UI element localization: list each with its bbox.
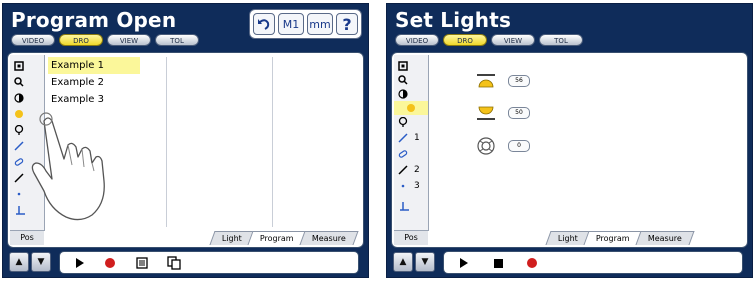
program-item[interactable]: Example 1 [48,57,140,74]
tab-video[interactable]: VIDEO [11,34,55,46]
slot-tool-icon[interactable] [398,147,424,161]
toolbox: M1 mm ? [249,9,362,39]
mode-tabs: VIDEO DRO VIEW TOL [395,34,583,46]
ring-light-value[interactable]: 0 [508,140,530,152]
program-item[interactable]: Example 2 [48,74,140,91]
main-content: 1 2 3 Pos 56 50 0 Light Program Measure [391,52,748,248]
contrast-icon[interactable] [398,87,424,101]
undo-arrow-icon[interactable] [253,13,275,35]
line-tool-icon[interactable] [398,131,424,145]
tab-dro[interactable]: DRO [443,34,487,46]
control-bar [443,251,743,274]
scroll-arrows: ▲ ▼ [9,252,51,272]
square-probe-icon[interactable] [14,59,40,73]
light-row: 50 [476,105,530,121]
down-arrow-icon[interactable]: ▼ [415,252,435,272]
record-icon[interactable] [102,255,118,271]
help-button[interactable]: ? [336,13,358,35]
scroll-arrows: ▲ ▼ [393,252,435,272]
program-item[interactable]: Example 3 [48,91,140,108]
feature-sidebar: 1 2 3 [394,55,429,231]
main-content: Pos Example 1 Example 2 Example 3 Light … [7,52,364,248]
mode-tabs: VIDEO DRO VIEW TOL [11,34,199,46]
down-arrow-icon[interactable]: ▼ [31,252,51,272]
tab-dro[interactable]: DRO [59,34,103,46]
tab-view[interactable]: VIEW [491,34,535,46]
tab-program[interactable]: Program [247,231,307,245]
stop-icon[interactable] [490,255,506,271]
light-row: 56 [476,73,530,89]
set-lights-screen: Set Lights VIDEO DRO VIEW TOL 1 2 3 Pos … [386,3,753,278]
m1-button[interactable]: M1 [278,13,304,35]
tab-tol[interactable]: TOL [539,34,583,46]
light-row: 0 [476,137,530,155]
hand-pointer-icon [31,112,105,221]
bottom-light-value[interactable]: 50 [508,107,530,119]
bottom-tabs: Light Program Measure [209,231,359,245]
zoom-icon[interactable] [398,73,424,87]
mm-button[interactable]: mm [307,13,333,35]
segment-tool-icon[interactable] [398,163,424,177]
square-probe-icon[interactable] [398,59,424,73]
top-light-icon [477,74,495,88]
control-bar [59,251,359,274]
light-icon[interactable] [394,101,428,115]
zoom-icon[interactable] [14,75,40,89]
program-list: Example 1 Example 2 Example 3 [48,57,140,108]
screen-title: Set Lights [395,8,512,32]
tab-program[interactable]: Program [583,231,643,245]
bottom-light-icon [477,106,495,120]
record-icon[interactable] [524,255,540,271]
column-divider [272,57,273,227]
screen-title: Program Open [11,8,177,32]
bottom-tabs: Light Program Measure [545,231,695,245]
tab-video[interactable]: VIDEO [395,34,439,46]
up-arrow-icon[interactable]: ▲ [9,252,29,272]
pos-button[interactable]: Pos [10,230,44,245]
program-open-screen: Program Open M1 mm ? VIDEO DRO VIEW TOL … [2,3,369,278]
datum-icon[interactable] [398,199,424,213]
tab-tol[interactable]: TOL [155,34,199,46]
tab-measure[interactable]: Measure [299,231,359,245]
copy-icon[interactable] [166,255,182,271]
play-icon[interactable] [72,255,88,271]
up-arrow-icon[interactable]: ▲ [393,252,413,272]
feature-number: 1 [414,133,420,143]
ring-light-icon [477,137,495,155]
play-icon[interactable] [456,255,472,271]
pos-button[interactable]: Pos [394,230,428,245]
contrast-icon[interactable] [14,91,40,105]
list-icon[interactable] [134,255,150,271]
top-light-value[interactable]: 56 [508,75,530,87]
feature-number: 2 [414,165,420,175]
feature-number: 3 [414,181,420,191]
dot-tool-icon[interactable] [398,179,424,193]
column-divider [166,57,167,227]
tab-measure[interactable]: Measure [635,231,695,245]
point-tool-icon[interactable] [398,115,424,129]
tab-view[interactable]: VIEW [107,34,151,46]
